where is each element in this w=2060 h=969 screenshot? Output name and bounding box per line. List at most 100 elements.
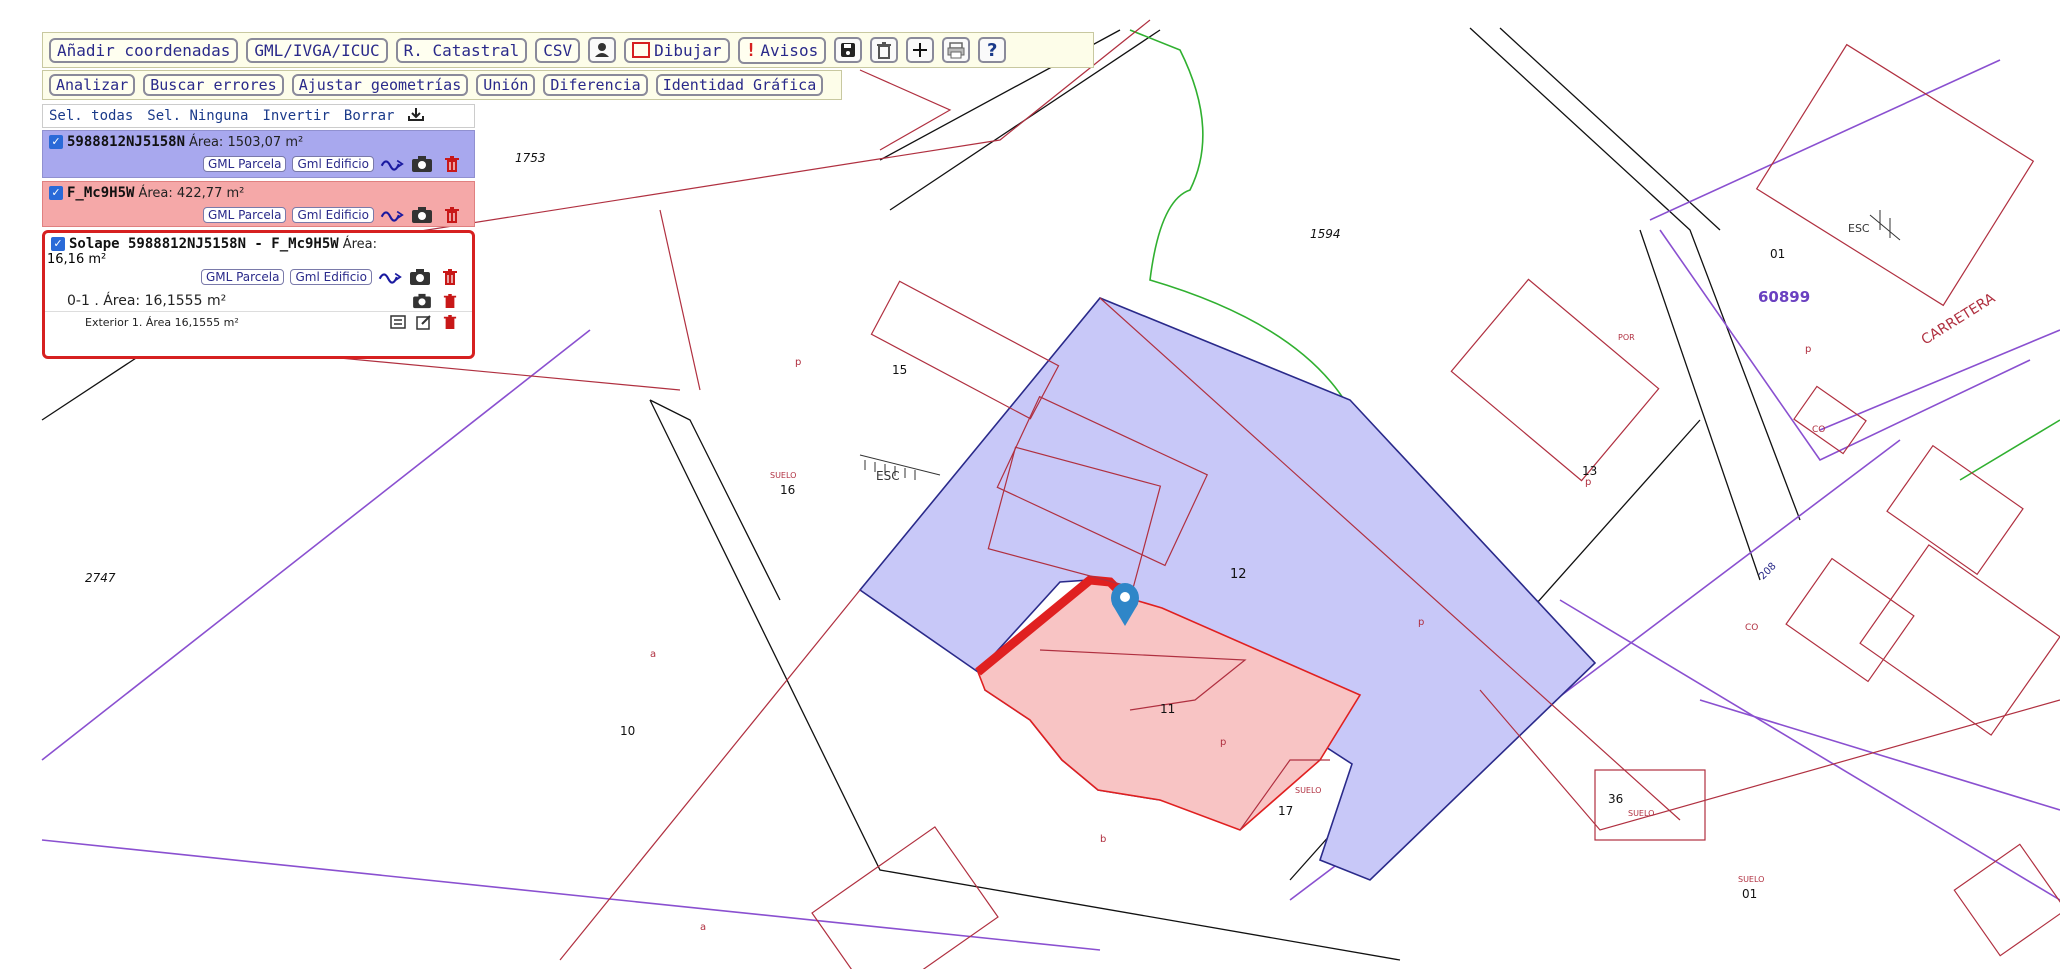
map-label: p bbox=[1418, 617, 1424, 628]
gml-building-button[interactable]: Gml Edificio bbox=[290, 269, 372, 285]
map-label: 16 bbox=[780, 483, 795, 497]
layer-panel-parcel: ✓ 5988812NJ5158N Área: 1503,07 m² GML Pa… bbox=[42, 130, 475, 178]
overlap-checkbox[interactable]: ✓ bbox=[51, 237, 65, 251]
difference-button[interactable]: Diferencia bbox=[543, 74, 648, 96]
gml-parcel-button[interactable]: GML Parcela bbox=[202, 156, 287, 172]
exterior-area-label: Exterior 1. Área 16,1555 m² bbox=[85, 315, 239, 329]
layer-checkbox[interactable]: ✓ bbox=[49, 135, 63, 149]
trash-icon[interactable] bbox=[440, 205, 464, 225]
trash-icon[interactable] bbox=[438, 267, 462, 287]
gml-building-button[interactable]: Gml Edificio bbox=[292, 156, 374, 172]
list-icon[interactable] bbox=[386, 312, 410, 332]
select-none-link[interactable]: Sel. Ninguna bbox=[147, 108, 248, 124]
map-label: CO bbox=[1812, 425, 1825, 435]
find-errors-button[interactable]: Buscar errores bbox=[143, 74, 284, 96]
trash-icon[interactable] bbox=[438, 312, 462, 332]
csv-button[interactable]: CSV bbox=[535, 37, 581, 63]
main-toolbar: Añadir coordenadas GML/IVGA/ICUC R. Cata… bbox=[42, 32, 1094, 68]
add-coordinates-button[interactable]: Añadir coordenadas bbox=[49, 37, 239, 63]
graphic-identity-button[interactable]: Identidad Gráfica bbox=[655, 74, 824, 96]
warnings-button[interactable]: ! Avisos bbox=[737, 36, 827, 64]
map-label: 1594 bbox=[1310, 227, 1341, 241]
map-label: a bbox=[650, 649, 656, 660]
adjust-wave-icon[interactable] bbox=[380, 154, 404, 174]
square-draw-icon bbox=[632, 42, 651, 58]
warnings-button-label: Avisos bbox=[760, 40, 819, 60]
layer-name: F_Mc9H5W bbox=[67, 185, 135, 201]
map-label: p bbox=[795, 357, 801, 368]
map-label: 60899 bbox=[1758, 288, 1810, 306]
map-label: 13 bbox=[1582, 464, 1597, 478]
map-label: ESC bbox=[1848, 222, 1870, 235]
draw-button[interactable]: Dibujar bbox=[624, 37, 730, 63]
map-label: b bbox=[1100, 834, 1106, 845]
download-icon[interactable] bbox=[408, 107, 425, 125]
camera-icon[interactable] bbox=[410, 205, 434, 225]
layer-area: Área: 422,77 m² bbox=[138, 185, 245, 201]
gml-parcel-button[interactable]: GML Parcela bbox=[202, 207, 287, 223]
map-label: 17 bbox=[1278, 804, 1293, 818]
union-button[interactable]: Unión bbox=[476, 74, 536, 96]
map-label: ESC bbox=[876, 469, 900, 483]
map-label: 11 bbox=[1160, 702, 1175, 716]
map-label: SUELO bbox=[1628, 809, 1654, 818]
overlap-name: Solape 5988812NJ5158N - F_Mc9H5W bbox=[69, 236, 339, 252]
map-label: 36 bbox=[1608, 792, 1623, 806]
plus-icon[interactable] bbox=[906, 37, 935, 63]
map-label: POR bbox=[1618, 333, 1635, 342]
map-label: p bbox=[1585, 477, 1591, 488]
edit-icon[interactable] bbox=[412, 312, 436, 332]
green-contour-2 bbox=[1959, 419, 2060, 481]
map-label: p bbox=[1220, 737, 1226, 748]
gml-building-button[interactable]: Gml Edificio bbox=[292, 207, 374, 223]
exclamation-icon: ! bbox=[745, 39, 757, 61]
layer-panel-drawn: ✓ F_Mc9H5W Área: 422,77 m² GML Parcela G… bbox=[42, 181, 475, 227]
map-label: 15 bbox=[892, 363, 907, 377]
camera-icon[interactable] bbox=[410, 291, 434, 311]
camera-icon[interactable] bbox=[410, 154, 434, 174]
print-icon[interactable] bbox=[942, 37, 971, 63]
trash-icon[interactable] bbox=[440, 154, 464, 174]
gml-parcel-button[interactable]: GML Parcela bbox=[200, 269, 285, 285]
map-label: 2747 bbox=[85, 571, 116, 585]
camera-icon[interactable] bbox=[408, 267, 432, 287]
overlap-area-value: 16,16 m² bbox=[47, 252, 107, 267]
select-all-link[interactable]: Sel. todas bbox=[49, 108, 133, 124]
invert-link[interactable]: Invertir bbox=[262, 108, 329, 124]
map-label: CARRETERA bbox=[1919, 290, 1999, 348]
analysis-toolbar: Analizar Buscar errores Ajustar geometrí… bbox=[42, 70, 842, 100]
delete-link[interactable]: Borrar bbox=[344, 108, 395, 124]
help-icon[interactable]: ? bbox=[978, 37, 1007, 63]
layer-name: 5988812NJ5158N bbox=[67, 134, 186, 150]
save-file-icon[interactable] bbox=[834, 37, 863, 63]
map-label: SUELO bbox=[1295, 786, 1321, 795]
map-label: 01 bbox=[1742, 887, 1757, 901]
gml-ivga-icuc-button[interactable]: GML/IVGA/ICUC bbox=[246, 37, 388, 63]
analyze-button[interactable]: Analizar bbox=[49, 74, 136, 96]
trash-icon[interactable] bbox=[438, 291, 462, 311]
overlap-part-row: 0-1 . Área: 16,1555 m² bbox=[45, 287, 472, 311]
locate-user-icon[interactable] bbox=[588, 37, 617, 63]
ref-catastral-button[interactable]: R. Catastral bbox=[395, 37, 528, 63]
exterior-ring-row: Exterior 1. Área 16,1555 m² bbox=[45, 311, 472, 332]
layer-area: Área: 1503,07 m² bbox=[189, 134, 304, 150]
draw-button-label: Dibujar bbox=[654, 40, 722, 60]
map-label: CO bbox=[1745, 623, 1758, 633]
trash-all-icon[interactable] bbox=[870, 37, 899, 63]
overlap-area-label: Área: bbox=[342, 236, 378, 252]
map-label: 12 bbox=[1230, 567, 1247, 582]
part-area-label: 0-1 . Área: 16,1555 m² bbox=[67, 293, 227, 309]
map-label: p bbox=[1805, 344, 1811, 355]
adjust-wave-icon[interactable] bbox=[380, 205, 404, 225]
map-label: SUELO bbox=[1738, 875, 1764, 884]
adjust-geometries-button[interactable]: Ajustar geometrías bbox=[291, 74, 469, 96]
overlap-panel: ✓ Solape 5988812NJ5158N - F_Mc9H5W Área:… bbox=[42, 230, 475, 359]
selection-bar: Sel. todas Sel. Ninguna Invertir Borrar bbox=[42, 104, 475, 128]
map-label: 01 bbox=[1770, 247, 1785, 261]
map-label: 1753 bbox=[515, 151, 546, 165]
map-label: a bbox=[700, 922, 706, 933]
layer-checkbox[interactable]: ✓ bbox=[49, 186, 63, 200]
map-label: 208 bbox=[1757, 561, 1778, 582]
map-label: SUELO bbox=[770, 471, 796, 480]
adjust-wave-icon[interactable] bbox=[378, 267, 402, 287]
